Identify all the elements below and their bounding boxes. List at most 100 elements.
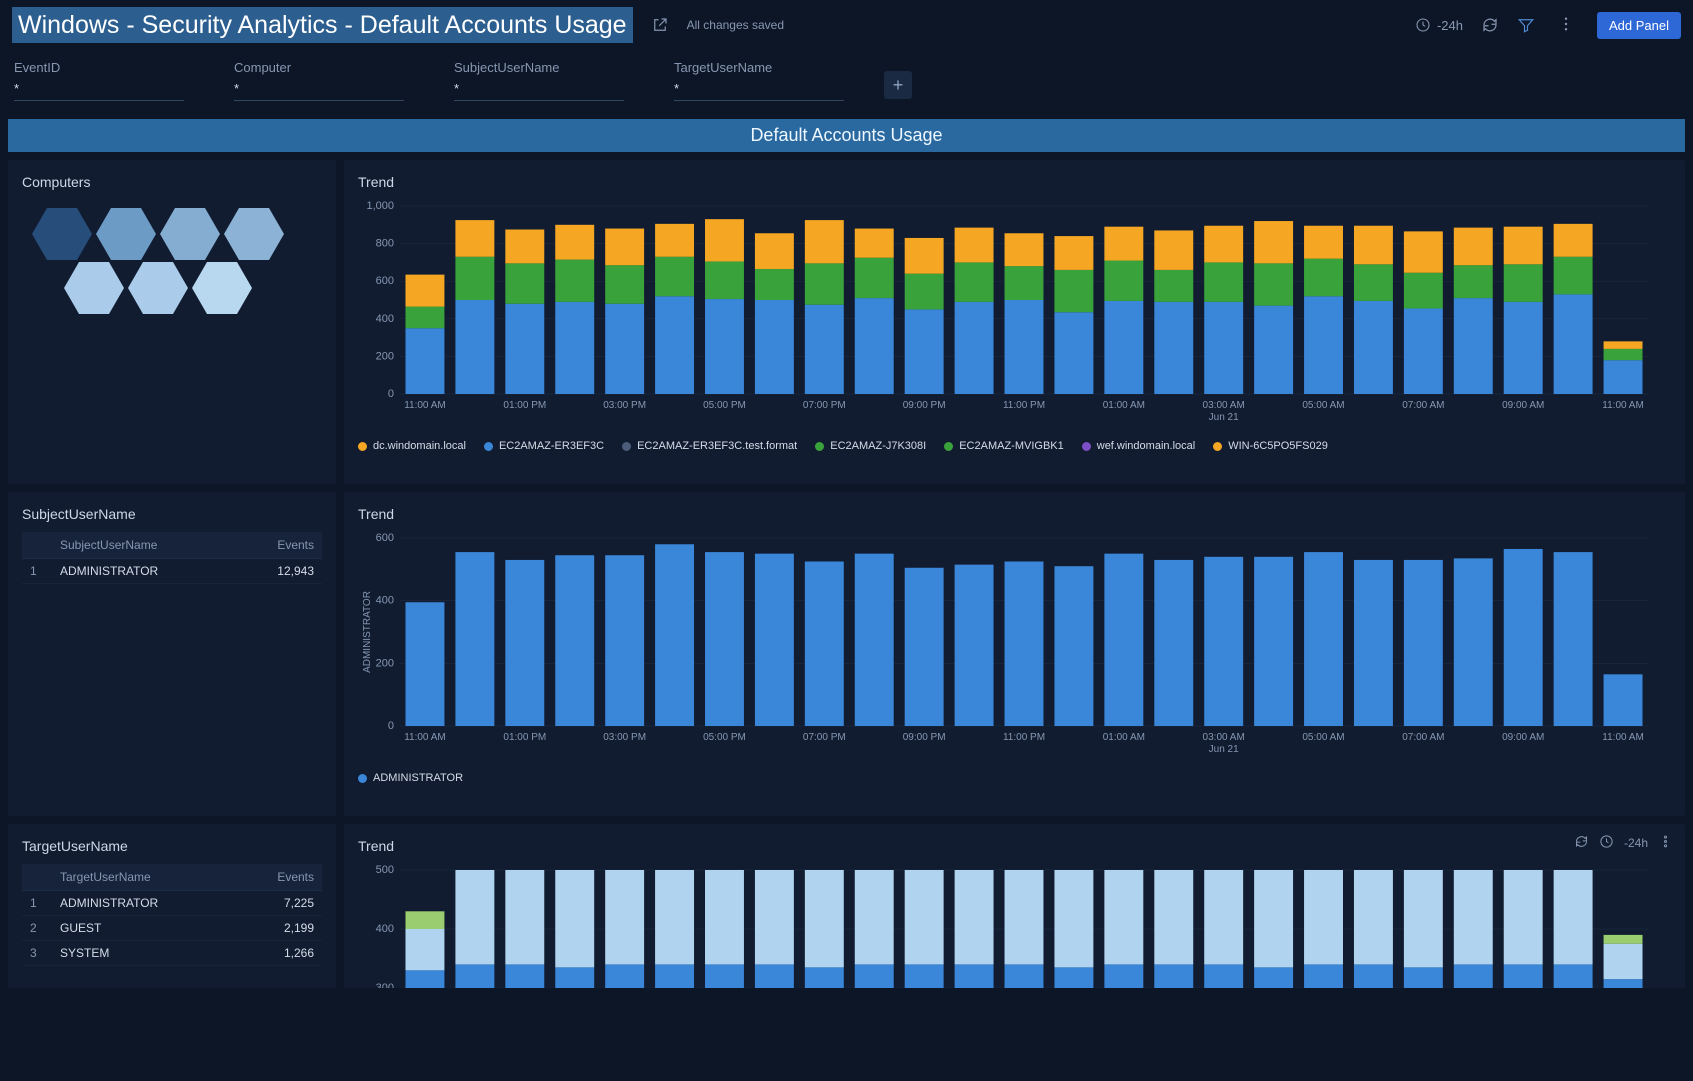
more-menu-icon[interactable] [1553, 15, 1579, 36]
save-status: All changes saved [687, 18, 784, 32]
svg-text:11:00 AM: 11:00 AM [404, 400, 446, 411]
legend-item[interactable]: EC2AMAZ-J7K308I [815, 440, 926, 452]
svg-text:800: 800 [376, 238, 394, 250]
svg-text:03:00 AM: 03:00 AM [1203, 400, 1245, 411]
table-row[interactable]: 2 GUEST 2,199 [22, 916, 322, 941]
bar-chart[interactable]: 0 200 400 600 800 1,000 11:00 AM 01:00 PM 03:00 … [358, 200, 1671, 430]
filter-input[interactable] [674, 77, 844, 101]
hex-chart[interactable] [22, 200, 322, 370]
svg-text:09:00 AM: 09:00 AM [1502, 400, 1544, 411]
bar-chart[interactable]: 30040050011:00 AM01:00 PM03:00 PM05:00 P… [358, 864, 1671, 988]
more-menu-icon[interactable] [1658, 834, 1673, 852]
svg-text:1,000: 1,000 [366, 200, 394, 212]
panel-trend-2: Trend 0200400600ADMINISTRATOR11:00 AM01:… [344, 492, 1685, 816]
legend-item[interactable]: ADMINISTRATOR [358, 772, 463, 784]
svg-text:05:00 PM: 05:00 PM [703, 400, 746, 411]
add-panel-button[interactable]: Add Panel [1597, 12, 1681, 39]
filter-label: TargetUserName [674, 60, 844, 75]
svg-text:400: 400 [376, 595, 394, 607]
legend-item[interactable]: EC2AMAZ-ER3EF3C [484, 440, 604, 452]
panel-title: Trend [358, 838, 1671, 854]
svg-text:11:00 PM: 11:00 PM [1003, 400, 1045, 411]
row-index: 2 [22, 916, 52, 941]
cell-count: 1,266 [237, 941, 322, 966]
hex-cell[interactable] [160, 208, 220, 260]
svg-text:300: 300 [376, 982, 394, 988]
col-header[interactable]: Events [237, 532, 322, 559]
filter-input[interactable] [454, 77, 624, 101]
refresh-icon[interactable] [1481, 16, 1499, 34]
legend-item[interactable]: dc.windomain.local [358, 440, 466, 452]
share-icon[interactable] [651, 16, 669, 34]
page-title[interactable]: Windows - Security Analytics - Default A… [12, 7, 633, 43]
target-table: TargetUserName Events 1 ADMINISTRATOR 7,… [22, 864, 322, 966]
cell-name: ADMINISTRATOR [52, 559, 237, 584]
filter-input[interactable] [234, 77, 404, 101]
svg-text:600: 600 [376, 532, 394, 544]
legend-item[interactable]: wef.windomain.local [1082, 440, 1195, 452]
panel-title: SubjectUserName [22, 506, 322, 522]
cell-name: GUEST [52, 916, 237, 941]
row-index: 1 [22, 891, 52, 916]
table-row[interactable]: 1 ADMINISTRATOR 7,225 [22, 891, 322, 916]
svg-text:11:00 AM: 11:00 AM [1602, 732, 1644, 743]
panel-time-label[interactable]: -24h [1624, 836, 1648, 850]
hex-cell[interactable] [128, 262, 188, 314]
cell-count: 7,225 [237, 891, 322, 916]
svg-text:05:00 AM: 05:00 AM [1302, 732, 1344, 743]
clock-icon[interactable] [1599, 834, 1614, 852]
panel-title: TargetUserName [22, 838, 322, 854]
hex-cell[interactable] [224, 208, 284, 260]
legend-item[interactable]: EC2AMAZ-MVIGBK1 [944, 440, 1064, 452]
cell-name: ADMINISTRATOR [52, 891, 237, 916]
filter-icon[interactable] [1517, 16, 1535, 34]
filter-label: SubjectUserName [454, 60, 624, 75]
bar-chart[interactable]: 0200400600ADMINISTRATOR11:00 AM01:00 PM0… [358, 532, 1671, 762]
section-banner: Default Accounts Usage [8, 119, 1685, 152]
legend-item[interactable]: WIN-6C5PO5FS029 [1213, 440, 1328, 452]
chart-legend: ADMINISTRATOR [358, 772, 1671, 784]
cell-count: 2,199 [237, 916, 322, 941]
svg-text:400: 400 [376, 313, 394, 325]
filter-subjectusername: SubjectUserName [454, 60, 624, 101]
cell-count: 12,943 [237, 559, 322, 584]
svg-text:05:00 AM: 05:00 AM [1302, 400, 1344, 411]
col-header[interactable]: TargetUserName [52, 864, 237, 891]
svg-text:200: 200 [376, 350, 394, 362]
col-header[interactable]: SubjectUserName [52, 532, 237, 559]
hex-cell[interactable] [96, 208, 156, 260]
svg-text:07:00 PM: 07:00 PM [803, 732, 846, 743]
row-index: 1 [22, 559, 52, 584]
time-range-label: -24h [1437, 18, 1463, 33]
panel-title: Computers [22, 174, 322, 190]
svg-text:09:00 PM: 09:00 PM [903, 400, 946, 411]
chart-legend: dc.windomain.local EC2AMAZ-ER3EF3C EC2AMAZ… [358, 440, 1671, 452]
panel-trend-1: Trend 0 200 400 600 800 1,000 11:00 AM 01:00 PM… [344, 160, 1685, 484]
svg-text:01:00 PM: 01:00 PM [503, 732, 546, 743]
svg-text:200: 200 [376, 657, 394, 669]
filter-input[interactable] [14, 77, 184, 101]
svg-text:0: 0 [388, 388, 394, 400]
time-range-selector[interactable]: -24h [1415, 17, 1463, 33]
svg-text:05:00 PM: 05:00 PM [703, 732, 746, 743]
svg-text:500: 500 [376, 864, 394, 876]
svg-text:600: 600 [376, 275, 394, 287]
svg-text:01:00 PM: 01:00 PM [503, 400, 546, 411]
clock-icon [1415, 17, 1431, 33]
panel-title: Trend [358, 174, 1671, 190]
svg-text:07:00 AM: 07:00 AM [1402, 732, 1444, 743]
panel-trend-3: || Trend -24h 30040050011:00 AM01:00 PM0… [344, 824, 1685, 988]
hex-cell[interactable] [32, 208, 92, 260]
svg-text:03:00 AM: 03:00 AM [1203, 732, 1245, 743]
col-header[interactable]: Events [237, 864, 322, 891]
add-filter-button[interactable]: + [884, 71, 912, 99]
legend-item[interactable]: EC2AMAZ-ER3EF3C.test.format [622, 440, 797, 452]
svg-text:Jun 21: Jun 21 [1209, 412, 1239, 423]
table-row[interactable]: 1 ADMINISTRATOR 12,943 [22, 559, 322, 584]
refresh-icon[interactable] [1574, 834, 1589, 852]
hex-cell[interactable] [192, 262, 252, 314]
svg-text:03:00 PM: 03:00 PM [603, 732, 646, 743]
table-row[interactable]: 3 SYSTEM 1,266 [22, 941, 322, 966]
subject-table: SubjectUserName Events 1 ADMINISTRATOR 1… [22, 532, 322, 584]
hex-cell[interactable] [64, 262, 124, 314]
